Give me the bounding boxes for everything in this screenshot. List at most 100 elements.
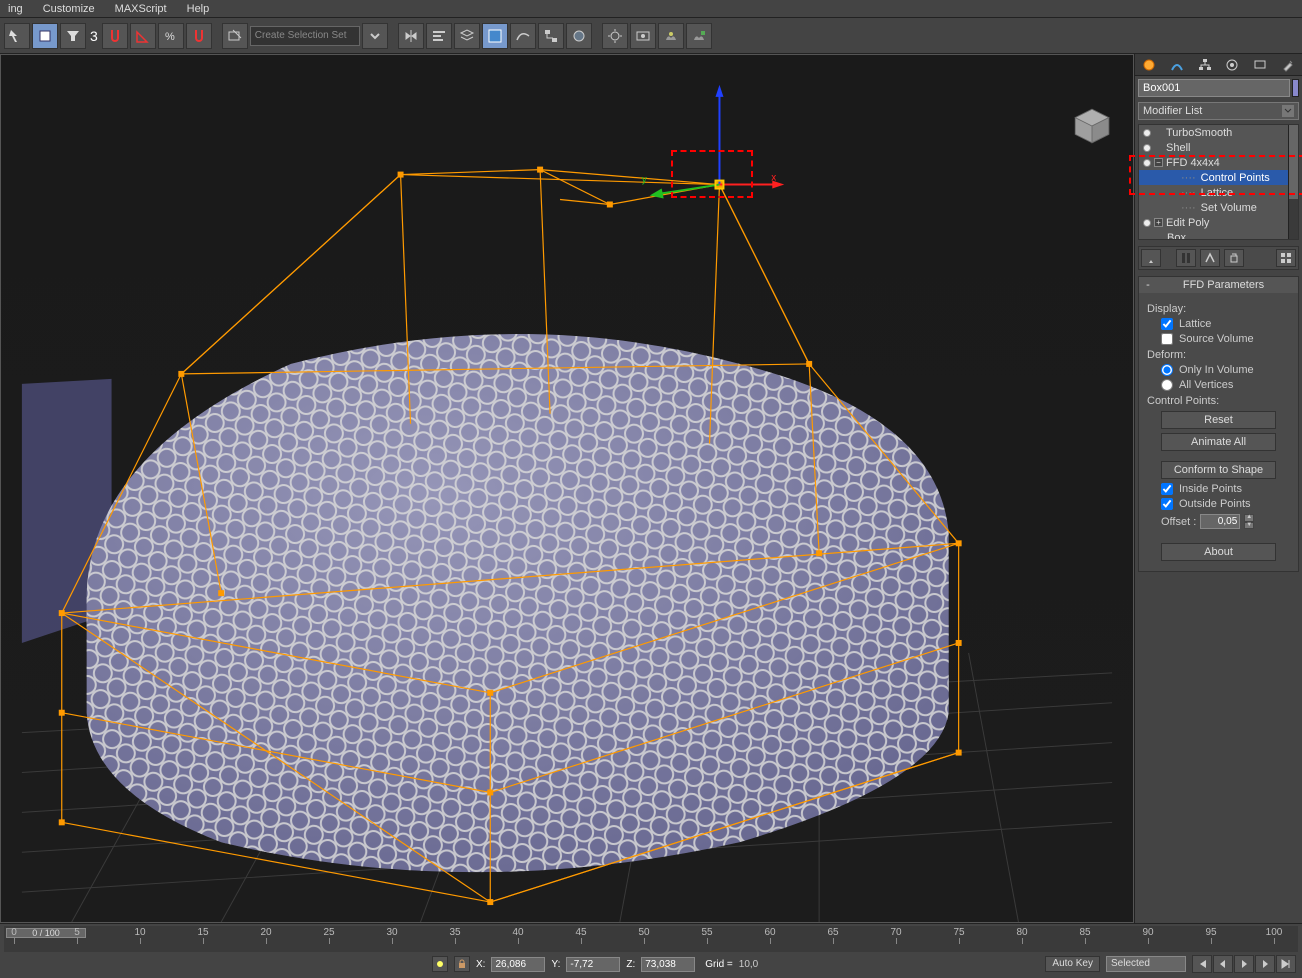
spinner-buttons-icon[interactable]: ▲▼ — [1244, 514, 1254, 529]
percent-snap-icon[interactable]: % — [158, 23, 184, 49]
menu-item[interactable]: ing — [8, 3, 23, 15]
offset-field[interactable] — [1200, 514, 1240, 529]
make-unique-icon[interactable] — [1200, 249, 1220, 267]
tick-label: 20 — [260, 927, 271, 938]
tick-label: 75 — [953, 927, 964, 938]
next-frame-icon[interactable] — [1255, 955, 1275, 973]
modifier-item[interactable]: +Edit Poly — [1139, 215, 1288, 230]
selection-set-dropdown[interactable]: Create Selection Set — [250, 26, 360, 46]
lock-icon[interactable] — [454, 956, 470, 972]
modifier-subitem[interactable]: ····Control Points — [1139, 170, 1288, 185]
curve-editor-icon[interactable] — [510, 23, 536, 49]
playback-controls — [1192, 955, 1296, 973]
edit-named-sel-icon[interactable] — [222, 23, 248, 49]
x-label: X: — [476, 959, 485, 970]
scrollbar-thumb[interactable] — [1289, 125, 1298, 199]
selset-arrow-icon[interactable] — [362, 23, 388, 49]
about-button[interactable]: About — [1161, 543, 1276, 561]
tick-label: 35 — [449, 927, 460, 938]
y-label: Y: — [551, 959, 560, 970]
modifier-subitem[interactable]: ····Lattice — [1139, 185, 1288, 200]
svg-text:x: x — [771, 173, 776, 184]
modifier-stack-buttons — [1138, 246, 1299, 270]
deform-group-label: Deform: — [1147, 349, 1290, 361]
selection-filter-icon[interactable] — [60, 23, 86, 49]
offset-label: Offset : — [1161, 516, 1196, 528]
motion-tab-icon[interactable] — [1222, 56, 1242, 74]
timeline[interactable]: 0 / 100 05101520253035404550556065707580… — [4, 926, 1298, 952]
tick-label: 80 — [1016, 927, 1027, 938]
scrollbar[interactable] — [1288, 125, 1298, 239]
create-tab-icon[interactable] — [1139, 56, 1159, 74]
conform-to-shape-button[interactable]: Conform to Shape — [1161, 461, 1276, 479]
spinner-snap-icon[interactable] — [186, 23, 212, 49]
select-object-icon[interactable] — [32, 23, 58, 49]
align-icon[interactable] — [426, 23, 452, 49]
play-icon[interactable] — [1234, 955, 1254, 973]
viewport-canvas[interactable]: x y — [1, 55, 1133, 922]
material-editor-icon[interactable] — [566, 23, 592, 49]
menu-item[interactable]: MAXScript — [115, 3, 167, 15]
lattice-checkbox[interactable]: Lattice — [1161, 318, 1290, 330]
modify-tab-icon[interactable] — [1167, 56, 1187, 74]
pin-stack-icon[interactable] — [1141, 249, 1161, 267]
inside-points-checkbox[interactable]: Inside Points — [1161, 483, 1290, 495]
x-coord-field[interactable]: 26,086 — [491, 957, 545, 972]
goto-start-icon[interactable] — [1192, 955, 1212, 973]
tick-label: 100 — [1266, 927, 1283, 938]
viewport-scene: x y — [1, 55, 1133, 922]
animate-all-button[interactable]: Animate All — [1161, 433, 1276, 451]
object-name-field[interactable] — [1138, 79, 1290, 97]
z-coord-field[interactable]: 73,038 — [641, 957, 695, 972]
lock-selection-icon[interactable] — [432, 956, 448, 972]
outside-points-checkbox[interactable]: Outside Points — [1161, 498, 1290, 510]
utilities-tab-icon[interactable] — [1278, 56, 1298, 74]
all-vertices-radio[interactable]: All Vertices — [1161, 379, 1290, 391]
select-and-link-icon[interactable] — [4, 23, 30, 49]
modifier-subitem[interactable]: ····Set Volume — [1139, 200, 1288, 215]
y-coord-field[interactable]: -7,72 — [566, 957, 620, 972]
snap-toggle-icon[interactable] — [102, 23, 128, 49]
prev-frame-icon[interactable] — [1213, 955, 1233, 973]
move-gizmo: x y — [642, 85, 785, 199]
mirror-icon[interactable] — [398, 23, 424, 49]
main-area: x y — [0, 54, 1302, 923]
render-icon[interactable] — [658, 23, 684, 49]
display-tab-icon[interactable] — [1250, 56, 1270, 74]
tick-label: 50 — [638, 927, 649, 938]
modifier-item[interactable]: Shell — [1139, 140, 1288, 155]
show-end-result-icon[interactable] — [1176, 249, 1196, 267]
timeline-ruler: 0510152025303540455055606570758085909510… — [4, 926, 1298, 952]
remove-modifier-icon[interactable] — [1224, 249, 1244, 267]
schematic-view-icon[interactable] — [538, 23, 564, 49]
base-object-item[interactable]: Box — [1139, 230, 1288, 239]
tick-label: 45 — [575, 927, 586, 938]
goto-end-icon[interactable] — [1276, 955, 1296, 973]
tick-label: 40 — [512, 927, 523, 938]
auto-key-button[interactable]: Auto Key — [1045, 956, 1100, 972]
key-mode-dropdown[interactable]: Selected — [1106, 956, 1186, 972]
layer-manager-icon[interactable] — [454, 23, 480, 49]
rollup-header[interactable]: -FFD Parameters — [1139, 277, 1298, 293]
grid-value: 10,0 — [739, 959, 758, 970]
source-volume-checkbox[interactable]: Source Volume — [1161, 333, 1290, 345]
modifier-item[interactable]: −FFD 4x4x4 — [1139, 155, 1288, 170]
only-in-volume-radio[interactable]: Only In Volume — [1161, 364, 1290, 376]
reset-button[interactable]: Reset — [1161, 411, 1276, 429]
modifier-stack: TurboSmooth Shell −FFD 4x4x4 ····Control… — [1138, 124, 1299, 240]
render-frame-icon[interactable] — [630, 23, 656, 49]
toggle-ribbon-icon[interactable] — [482, 23, 508, 49]
menu-item[interactable]: Customize — [43, 3, 95, 15]
viewcube-icon[interactable] — [1071, 105, 1113, 147]
angle-snap-icon[interactable] — [130, 23, 156, 49]
render-preset-icon[interactable] — [686, 23, 712, 49]
svg-text:%: % — [165, 31, 175, 43]
viewport[interactable]: x y — [0, 54, 1134, 923]
menu-item[interactable]: Help — [187, 3, 210, 15]
render-setup-icon[interactable] — [602, 23, 628, 49]
configure-sets-icon[interactable] — [1276, 249, 1296, 267]
modifier-list-dropdown[interactable]: Modifier List — [1138, 102, 1299, 120]
hierarchy-tab-icon[interactable] — [1195, 56, 1215, 74]
modifier-item[interactable]: TurboSmooth — [1139, 125, 1288, 140]
object-color-swatch[interactable] — [1292, 79, 1299, 97]
